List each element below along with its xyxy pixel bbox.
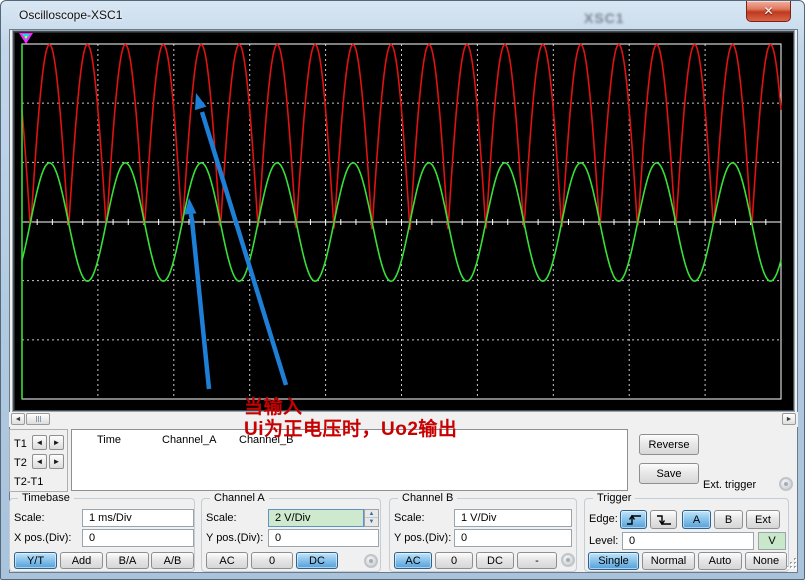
timebase-ab-button[interactable]: A/B	[151, 552, 194, 569]
t2-minus-t1-label: T2-T1	[14, 476, 43, 488]
scrollbar-thumb[interactable]	[26, 413, 50, 425]
channel-b-ac-button[interactable]: AC	[394, 552, 432, 569]
resize-grip-icon[interactable]	[785, 557, 798, 570]
left-arrow-icon: ◄	[36, 439, 44, 447]
channel-b-ypos-label: Y pos.(Div):	[394, 532, 451, 544]
rising-edge-icon	[626, 514, 642, 526]
oscilloscope-window: Oscilloscope-XSC1 XSC1 ✕	[0, 0, 805, 580]
channel-a-group-label: Channel A	[210, 492, 269, 504]
trigger-level-input[interactable]: 0	[622, 532, 754, 550]
ext-trigger-label: Ext. trigger	[703, 479, 756, 491]
trigger-level-unit[interactable]: V	[758, 532, 786, 550]
timebase-xpos-label: X pos.(Div):	[14, 532, 71, 544]
spinner-down-icon[interactable]: ▼	[365, 518, 378, 526]
channel-b-group-label: Channel B	[398, 492, 457, 504]
readout-header-time: Time	[97, 434, 121, 446]
channel-b-connector	[561, 553, 575, 567]
left-arrow-icon: ◄	[36, 458, 44, 466]
t2-right-button[interactable]: ►	[49, 454, 64, 469]
trigger-source-a-button[interactable]: A	[682, 510, 711, 529]
trigger-edge-label: Edge:	[589, 513, 618, 525]
title-bar[interactable]: Oscilloscope-XSC1 XSC1 ✕	[1, 1, 805, 29]
trigger-normal-button[interactable]: Normal	[642, 552, 695, 570]
timebase-ba-button[interactable]: B/A	[106, 552, 149, 569]
timebase-xpos-input[interactable]: 0	[82, 529, 194, 547]
timebase-group: Timebase Scale: 1 ms/Div X pos.(Div): 0 …	[9, 498, 195, 572]
timebase-scale-input[interactable]: 1 ms/Div	[82, 509, 194, 527]
channel-a-scale-input[interactable]: 2 V/Div	[268, 509, 364, 527]
channel-b-scale-input[interactable]: 1 V/Div	[454, 509, 572, 527]
t1-label: T1	[14, 438, 27, 450]
trigger-none-button[interactable]: None	[745, 552, 787, 570]
channel-b-group: Channel B Scale: 1 V/Div Y pos.(Div): 0 …	[389, 498, 577, 572]
channel-a-connector	[364, 554, 378, 568]
channel-a-scale-label: Scale:	[206, 512, 237, 524]
channel-b-ypos-input[interactable]: 0	[454, 529, 572, 547]
t1-cursor-marker[interactable]	[19, 33, 33, 44]
spinner-up-icon[interactable]: ▲	[365, 510, 378, 518]
t2-left-button[interactable]: ◄	[32, 454, 47, 469]
timebase-add-button[interactable]: Add	[60, 552, 103, 569]
channel-b-dc-button[interactable]: DC	[476, 552, 514, 569]
trigger-group: Trigger Edge: A B Ext Level: 0 V Single …	[584, 498, 789, 572]
right-arrow-icon: ►	[53, 458, 61, 466]
t1-left-button[interactable]: ◄	[32, 435, 47, 450]
channel-a-scale-spinner[interactable]: ▲ ▼	[364, 509, 379, 527]
window-title: Oscilloscope-XSC1	[19, 8, 122, 22]
scope-display[interactable]	[13, 31, 794, 411]
channel-a-trace	[22, 45, 781, 231]
close-button[interactable]: ✕	[746, 1, 791, 22]
trigger-group-label: Trigger	[593, 492, 635, 504]
channel-a-ac-button[interactable]: AC	[206, 552, 248, 569]
trigger-falling-edge-button[interactable]	[650, 510, 677, 529]
channel-a-group: Channel A Scale: 2 V/Div ▲ ▼ Y pos.(Div)…	[201, 498, 381, 572]
t2-label: T2	[14, 457, 27, 469]
trigger-rising-edge-button[interactable]	[620, 510, 647, 529]
trigger-auto-button[interactable]: Auto	[698, 552, 742, 570]
channel-a-ypos-label: Y pos.(Div):	[206, 532, 263, 544]
ext-trigger-connector	[779, 477, 793, 491]
scope-grid-and-traces	[14, 32, 793, 410]
channel-b-minus-button[interactable]: -	[517, 552, 557, 569]
close-icon: ✕	[763, 4, 773, 18]
right-arrow-icon: ►	[53, 439, 61, 447]
trigger-source-b-button[interactable]: B	[714, 510, 743, 529]
channel-b-zero-button[interactable]: 0	[435, 552, 473, 569]
cursor-panel: T1 ◄ ► T2 ◄ ► T2-T1	[9, 429, 68, 492]
annotation-line-2: Ui为正电压时，Uo2输出	[244, 414, 457, 441]
channel-a-ypos-input[interactable]: 0	[268, 529, 379, 547]
background-watermark: XSC1	[584, 10, 625, 26]
scroll-right-icon[interactable]: ►	[782, 413, 796, 425]
scroll-left-icon[interactable]: ◄	[11, 413, 25, 425]
timebase-yt-button[interactable]: Y/T	[14, 552, 57, 569]
timebase-group-label: Timebase	[18, 492, 74, 504]
channel-a-dc-button[interactable]: DC	[296, 552, 338, 569]
timebase-scale-label: Scale:	[14, 512, 45, 524]
save-button[interactable]: Save	[639, 463, 699, 484]
trigger-single-button[interactable]: Single	[588, 552, 639, 570]
readout-header-channel-a: Channel_A	[162, 434, 216, 446]
t1-right-button[interactable]: ►	[49, 435, 64, 450]
trigger-level-label: Level:	[589, 535, 618, 547]
reverse-button[interactable]: Reverse	[639, 434, 699, 455]
trigger-source-ext-button[interactable]: Ext	[746, 510, 780, 529]
falling-edge-icon	[656, 514, 672, 526]
channel-b-scale-label: Scale:	[394, 512, 425, 524]
channel-a-zero-button[interactable]: 0	[251, 552, 293, 569]
